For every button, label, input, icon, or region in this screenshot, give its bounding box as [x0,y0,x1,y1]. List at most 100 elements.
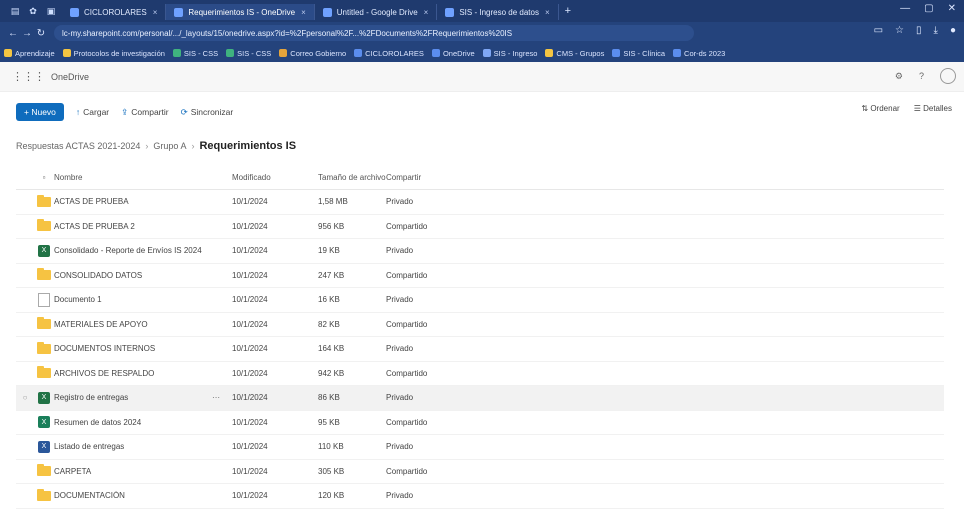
table-row[interactable]: ARCHIVOS DE RESPALDO 10/1/2024 942 KB Compa… [16,362,944,386]
file-name[interactable]: Registro de entregas [54,393,212,402]
sort-button[interactable]: ⇅ Ordenar [861,104,899,113]
file-name[interactable]: Documento 1 [54,295,212,304]
file-name[interactable]: Consolidado - Reporte de Envíos IS 2024 [54,246,212,255]
column-header-size[interactable]: Tamaño de archivo [318,173,386,182]
file-modified: 10/1/2024 [232,270,268,280]
bookmark-item[interactable]: SIS - Ingreso [482,49,537,58]
reload-icon[interactable]: ↻ [34,28,48,39]
file-name[interactable]: ACTAS DE PRUEBA [54,197,212,206]
file-name[interactable]: MATERIALES DE APOYO [54,320,212,329]
settings-icon[interactable]: ⚙ [895,71,903,82]
star-icon[interactable]: ☆ [895,25,904,36]
upload-button[interactable]: ↑ Cargar [76,107,109,117]
file-name[interactable]: Listado de entregas [54,442,212,451]
close-window-icon[interactable]: ✕ [948,3,956,14]
file-modified: 10/1/2024 [232,319,268,329]
bookmark-item[interactable]: OneDrive [431,49,475,58]
file-modified: 10/1/2024 [232,295,268,305]
bookmark-item[interactable]: Cor-ds 2023 [673,49,725,58]
tab-close-icon[interactable]: × [153,8,158,17]
table-row[interactable]: ○ X Registro de entregas ⋯ 10/1/2024 86 KB Pri… [16,386,944,411]
table-row[interactable]: X Resumen de datos 2024 10/1/2024 95 KB Comp… [16,411,944,435]
new-tab-button[interactable]: + [565,5,571,17]
browser-tab[interactable]: Untitled - Google Drive × [315,4,438,20]
file-sharing: Compartido [386,368,428,378]
file-name[interactable]: DOCUMENTOS INTERNOS [54,344,212,353]
file-size: 247 KB [318,270,345,280]
tab-search-icon[interactable]: ▣ [44,4,58,18]
new-button[interactable]: + Nuevo [16,103,64,121]
tab-close-icon[interactable]: × [424,8,429,17]
help-icon[interactable]: ? [919,71,924,81]
waffle-icon[interactable]: ⋮⋮⋮ [12,70,45,83]
file-sharing: Compartido [386,270,428,280]
cast-icon[interactable]: ▭ [874,25,883,36]
bookmark-item[interactable]: Correo Gobierno [279,49,346,58]
maximize-icon[interactable]: ▢ [924,3,933,14]
table-row[interactable]: DOCUMENTACIÓN 10/1/2024 120 KB Privado [16,484,944,509]
table-row[interactable]: CARPETA 10/1/2024 305 KB Compartido [16,460,944,484]
download-icon[interactable]: ⤓ [934,25,938,36]
file-name[interactable]: DOCUMENTACIÓN [54,491,212,500]
bookmark-item[interactable]: SIS - CSS [172,49,218,58]
bookmark-item[interactable]: Protocolos de investigación [62,49,165,58]
view-options-button[interactable]: ☰ Detalles [914,104,952,113]
bookmark-item[interactable]: Aprendizaje [4,49,55,58]
file-name[interactable]: CONSOLIDADO DATOS [54,271,212,280]
file-modified: 10/1/2024 [232,491,268,501]
file-name[interactable]: ARCHIVOS DE RESPALDO [54,369,212,378]
table-row[interactable]: X Consolidado - Reporte de Envíos IS 2024… [16,239,944,264]
sync-button[interactable]: ⟳ Sincronizar [181,107,234,118]
command-bar-right: ⇅ Ordenar ☰ Detalles [861,104,952,113]
folder-icon [37,488,51,501]
forward-icon[interactable]: → [20,28,34,39]
file-name[interactable]: CARPETA [54,467,212,476]
file-size: 82 KB [318,319,340,329]
row-icon-cell [34,366,54,379]
browser-tab-active[interactable]: Requerimientos IS - OneDrive × [166,4,315,20]
bookmark-item[interactable]: SIS - CSS [226,49,271,58]
file-modified: 10/1/2024 [232,368,268,378]
folder-icon [37,341,51,354]
bookmark-item[interactable]: CMS - Grupos [545,49,604,58]
table-row[interactable]: CONSOLIDADO DATOS 10/1/2024 247 KB Comparti… [16,264,944,288]
tab-close-icon[interactable]: × [301,8,306,17]
share-button[interactable]: ⇪ Compartir [121,107,168,118]
avatar[interactable] [940,68,956,84]
table-row[interactable]: Documento 1 10/1/2024 16 KB Privado [16,288,944,313]
tab-close-icon[interactable]: × [545,8,550,17]
bookmark-item[interactable]: CICLOROLARES [354,49,424,58]
table-row[interactable]: X Listado de entregas 10/1/2024 110 KB Priva… [16,435,944,460]
row-more-actions-icon[interactable]: ⋯ [212,393,232,402]
table-row[interactable]: MATERIALES DE APOYO 10/1/2024 82 KB Compart… [16,313,944,337]
bookmark-item[interactable]: SIS - Clínica [612,49,665,58]
row-checkbox[interactable]: ○ [16,393,34,402]
bookmark-site-icon [172,49,181,57]
file-modified: 10/1/2024 [232,466,268,476]
browser-tab[interactable]: SIS - Ingreso de datos × [437,4,559,20]
file-sharing: Privado [386,344,414,354]
back-icon[interactable]: ← [6,28,20,39]
sidebar-icon[interactable]: ▯ [916,25,922,36]
extensions-icon[interactable]: ✿ [26,4,40,18]
browser-menu-icon[interactable]: ▤ [8,4,22,18]
file-type-header-icon[interactable]: ▫ [34,173,54,182]
table-row[interactable]: ACTAS DE PRUEBA 10/1/2024 1,58 MB Privado [16,190,944,215]
tab-favicon-icon [174,7,184,17]
column-header-modified[interactable]: Modificado [232,173,318,182]
url-field[interactable]: lc-my.sharepoint.com/personal/.../_layou… [54,25,694,41]
file-list-header: ▫ Nombre Modificado Tamaño de archivo Co… [16,166,944,190]
breadcrumb-item[interactable]: Grupo A [153,141,186,151]
file-size: 942 KB [318,368,345,378]
minimize-icon[interactable]: — [900,3,910,14]
profile-icon[interactable]: ● [950,25,956,36]
column-header-name[interactable]: Nombre [54,173,212,182]
table-row[interactable]: DOCUMENTOS INTERNOS 10/1/2024 164 KB Privad… [16,337,944,362]
file-name[interactable]: Resumen de datos 2024 [54,418,212,427]
table-row[interactable]: ACTAS DE PRUEBA 2 10/1/2024 956 KB Comparti… [16,215,944,239]
file-name[interactable]: ACTAS DE PRUEBA 2 [54,222,212,231]
breadcrumb-item[interactable]: Respuestas ACTAS 2021-2024 [16,141,140,151]
column-header-sharing[interactable]: Compartir [386,173,526,182]
browser-tab[interactable]: CICLOROLARES × [62,4,167,20]
app-name[interactable]: OneDrive [51,72,89,82]
